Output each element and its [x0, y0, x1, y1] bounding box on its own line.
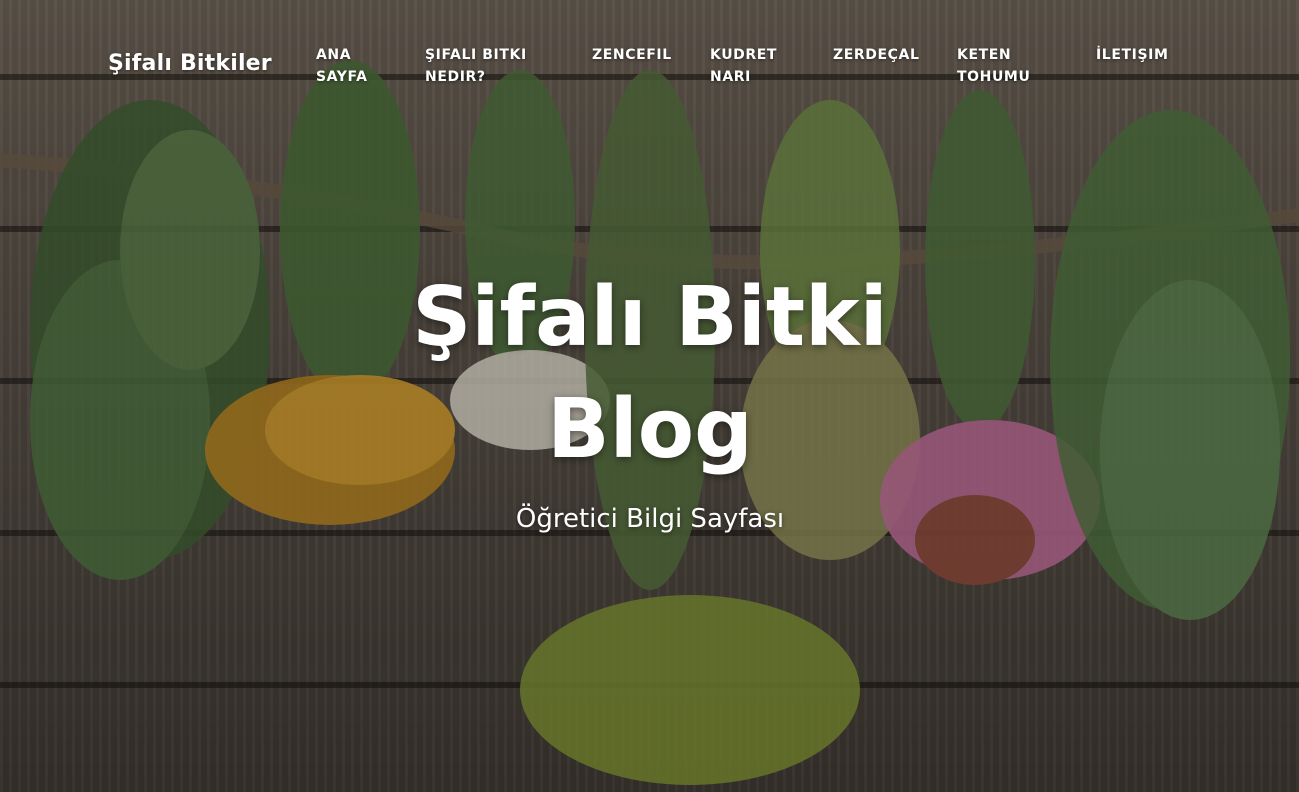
nav-bitter-melon[interactable]: KUDRET NARI — [710, 44, 790, 88]
nav-what-is-herb[interactable]: ŞIFALI BITKI NEDIR? — [425, 44, 543, 88]
nav-home[interactable]: ANA SAYFA — [316, 44, 386, 88]
nav-flaxseed[interactable]: KETEN TOHUMU — [957, 44, 1047, 88]
nav-turmeric[interactable]: ZERDEÇAL — [833, 44, 943, 66]
site-brand[interactable]: Şifalı Bitkiler — [108, 51, 272, 76]
nav-contact[interactable]: İLETIŞIM — [1096, 44, 1206, 66]
nav-ginger[interactable]: ZENCEFIL — [592, 44, 692, 66]
hero-title: Şifalı Bitki Blog — [412, 270, 888, 477]
hero-subtitle: Öğretici Bilgi Sayfası — [515, 504, 785, 534]
